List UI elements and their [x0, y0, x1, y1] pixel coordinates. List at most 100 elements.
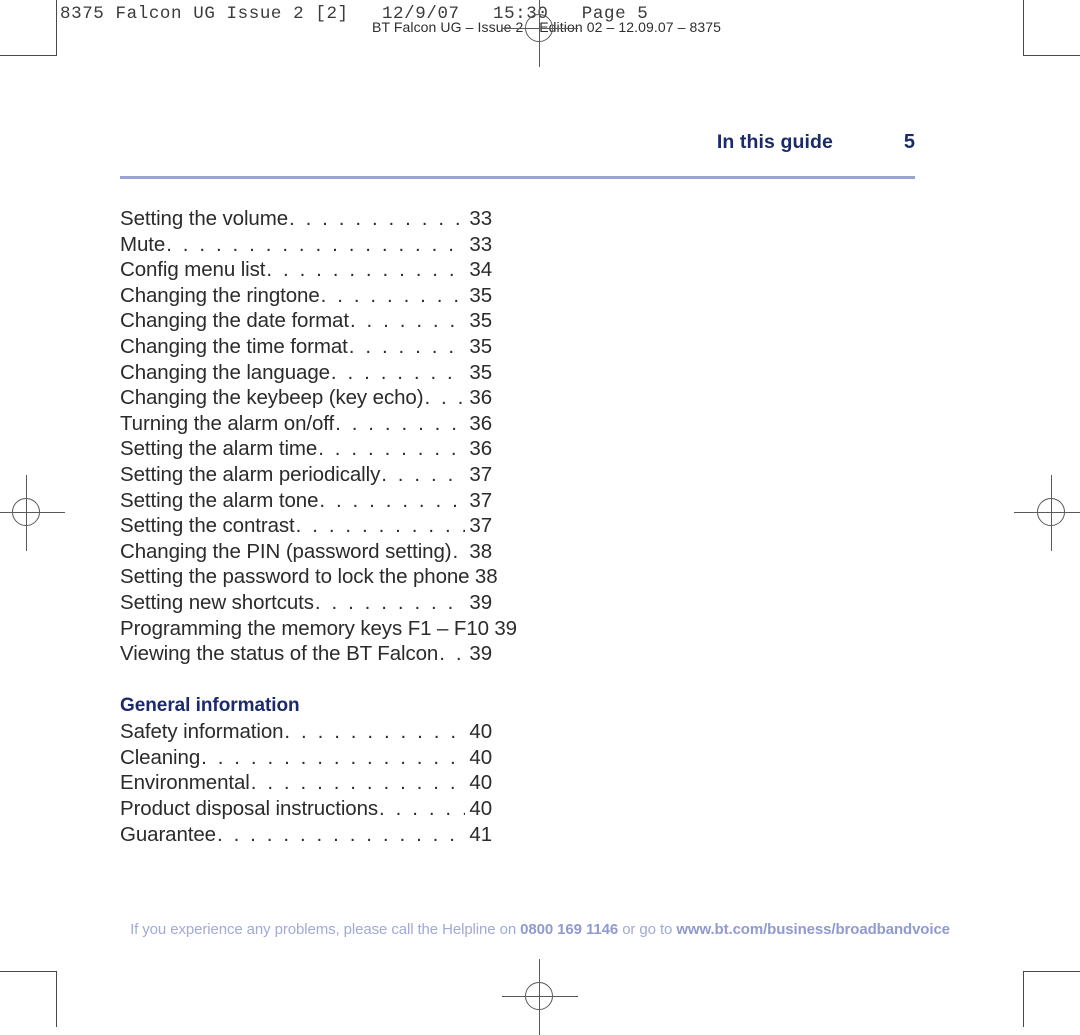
footer-lead-text: If you experience any problems, please c… — [130, 921, 521, 938]
toc-entry[interactable]: Setting the alarm tone. . . . . . . . . … — [120, 488, 492, 514]
toc-entry[interactable]: Product disposal instructions. . . . . .… — [120, 796, 492, 822]
toc-entry[interactable]: Changing the ringtone. . . . . . . . . .… — [120, 283, 492, 309]
running-head-label: In this guide — [716, 131, 833, 153]
footer-helpline-number: 0800 169 1146 — [520, 921, 619, 938]
toc-dot-leader: . . . . . . . . . . . . . . . . . . . . … — [452, 539, 465, 563]
toc-entry-title: Mute — [120, 232, 166, 256]
toc-entry[interactable]: Setting the contrast. . . . . . . . . . … — [120, 513, 492, 539]
toc-entry-page-number: 40 — [469, 797, 492, 821]
toc-entry[interactable]: Setting the volume. . . . . . . . . . . … — [120, 206, 492, 232]
toc-entry-title: Setting the contrast — [120, 514, 295, 538]
toc-entry[interactable]: Setting new shortcuts. . . . . . . . . .… — [120, 590, 492, 616]
toc-entry-title: Setting the alarm time — [120, 437, 318, 461]
table-of-contents: Setting the volume. . . . . . . . . . . … — [120, 206, 517, 848]
toc-entry-page-number: 40 — [469, 720, 492, 744]
toc-dot-leader: . . . . . . . . . . . . . . . . . . . . … — [318, 437, 465, 461]
toc-entry[interactable]: Changing the PIN (password setting). . .… — [120, 539, 492, 565]
toc-entry[interactable]: Setting the password to lock the phone. … — [120, 564, 498, 590]
toc-entry-title: Setting the alarm tone — [120, 488, 319, 512]
toc-dot-leader: . . . . . . . . . . . . . . . . . . . . … — [348, 334, 465, 358]
toc-dot-leader: . . . . . . . . . . . . . . . . . . . . … — [201, 745, 465, 769]
toc-entry-page-number: 38 — [469, 539, 492, 563]
toc-entry-page-number: 33 — [469, 232, 492, 256]
document-page: In this guide 5 Setting the volume. . . … — [0, 0, 1080, 1027]
toc-entry-page-number: 39 — [469, 590, 492, 614]
toc-entry-page-number: 35 — [469, 283, 492, 307]
toc-entry[interactable]: Programming the memory keys F1 – F10. . … — [120, 616, 517, 642]
toc-entry-title: Changing the PIN (password setting) — [120, 539, 452, 563]
toc-entry[interactable]: Changing the keybeep (key echo). . . . .… — [120, 385, 492, 411]
toc-dot-leader: . . . . . . . . . . . . . . . . . . . . … — [424, 386, 465, 410]
toc-entry-title: Guarantee — [120, 822, 216, 846]
toc-dot-leader: . . . . . . . . . . . . . . . . . . . . … — [314, 590, 465, 614]
toc-entry-page-number: 37 — [469, 514, 492, 538]
toc-dot-leader: . . . . . . . . . . . . . . . . . . . . … — [379, 797, 465, 821]
toc-entry-title: Setting the volume — [120, 207, 288, 230]
toc-entry-title: Setting new shortcuts — [120, 590, 314, 614]
toc-entry[interactable]: Mute. . . . . . . . . . . . . . . . . . … — [120, 232, 492, 258]
footer-middle-text: or go to — [618, 921, 677, 938]
toc-entry-page-number: 40 — [469, 771, 492, 795]
toc-group: Setting the volume. . . . . . . . . . . … — [120, 206, 517, 667]
toc-entry[interactable]: Environmental. . . . . . . . . . . . . .… — [120, 770, 492, 796]
toc-entry-title: Turning the alarm on/off — [120, 411, 335, 435]
toc-entry[interactable]: Changing the language. . . . . . . . . .… — [120, 360, 492, 386]
page-footer: If you experience any problems, please c… — [0, 921, 1080, 938]
toc-entry-page-number: 33 — [469, 207, 492, 230]
toc-dot-leader: . . . . . . . . . . . . . . . . . . . . … — [381, 462, 465, 486]
toc-entry-title: Cleaning — [120, 745, 201, 769]
toc-entry-title: Product disposal instructions — [120, 797, 379, 821]
toc-dot-leader: . . . . . . . . . . . . . . . . . . . . … — [320, 283, 465, 307]
toc-dot-leader: . . . . . . . . . . . . . . . . . . . . … — [266, 258, 465, 282]
toc-dot-leader: . . . . . . . . . . . . . . . . . . . . … — [166, 232, 465, 256]
toc-entry-title: Safety information — [120, 720, 284, 744]
toc-entry-page-number: 35 — [469, 334, 492, 358]
toc-dot-leader: . . . . . . . . . . . . . . . . . . . . … — [330, 360, 465, 384]
toc-dot-leader: . . . . . . . . . . . . . . . . . . . . … — [439, 642, 465, 666]
toc-entry-title: Environmental — [120, 771, 250, 795]
toc-entry[interactable]: Turning the alarm on/off. . . . . . . . … — [120, 411, 492, 437]
toc-entry[interactable]: Setting the alarm periodically. . . . . … — [120, 462, 492, 488]
toc-group: General information Safety information. .… — [120, 693, 492, 848]
toc-entry-title: Changing the keybeep (key echo) — [120, 386, 424, 410]
toc-entry[interactable]: Safety information. . . . . . . . . . . … — [120, 719, 492, 745]
toc-entry-page-number: 37 — [469, 488, 492, 512]
toc-dot-leader: . . . . . . . . . . . . . . . . . . . . … — [216, 822, 465, 846]
toc-dot-leader: . . . . . . . . . . . . . . . . . . . . … — [295, 514, 465, 538]
toc-entry[interactable]: Setting the alarm time. . . . . . . . . … — [120, 436, 492, 462]
toc-entry[interactable]: Guarantee. . . . . . . . . . . . . . . .… — [120, 822, 492, 848]
toc-dot-leader: . . . . . . . . . . . . . . . . . . . . … — [289, 207, 465, 230]
toc-entry-page-number: 41 — [469, 822, 492, 846]
toc-entry-title: Changing the language — [120, 360, 330, 384]
toc-dot-leader: . . . . . . . . . . . . . . . . . . . . … — [284, 720, 465, 744]
toc-entry-title: Changing the date format — [120, 309, 349, 333]
toc-entry-page-number: 35 — [469, 360, 492, 384]
toc-entry-page-number: 39 — [494, 616, 517, 640]
toc-entry-title: Setting the password to lock the phone — [120, 565, 470, 589]
toc-entry-page-number: 36 — [469, 411, 492, 435]
toc-entry-page-number: 36 — [469, 437, 492, 461]
toc-entry-title: Changing the time format — [120, 334, 348, 358]
toc-entry-page-number: 36 — [469, 386, 492, 410]
toc-entry-title: Programming the memory keys F1 – F10 — [120, 616, 489, 640]
toc-entry[interactable]: Changing the time format. . . . . . . . … — [120, 334, 492, 360]
toc-entry[interactable]: Config menu list. . . . . . . . . . . . … — [120, 257, 492, 283]
toc-entry[interactable]: Cleaning. . . . . . . . . . . . . . . . … — [120, 745, 492, 771]
toc-group-title: General information — [120, 694, 300, 716]
toc-dot-leader: . . . . . . . . . . . . . . . . . . . . … — [349, 309, 465, 333]
toc-entry-page-number: 39 — [469, 642, 492, 666]
running-head: In this guide 5 — [120, 131, 915, 154]
toc-entry[interactable]: Changing the date format. . . . . . . . … — [120, 308, 492, 334]
toc-dot-leader: . . . . . . . . . . . . . . . . . . . . … — [250, 771, 465, 795]
toc-entry-title: Changing the ringtone — [120, 283, 320, 307]
toc-entry-title: Viewing the status of the BT Falcon — [120, 642, 439, 666]
toc-entry-page-number: 37 — [469, 462, 492, 486]
footer-website-url: www.bt.com/business/broadbandvoice — [676, 921, 950, 938]
toc-entry-page-number: 40 — [469, 745, 492, 769]
page-number: 5 — [903, 131, 915, 153]
toc-entry[interactable]: Viewing the status of the BT Falcon. . .… — [120, 641, 492, 667]
toc-entry-title: Config menu list — [120, 258, 266, 282]
toc-dot-leader: . . . . . . . . . . . . . . . . . . . . … — [319, 488, 465, 512]
header-rule-divider — [120, 176, 915, 179]
toc-entry-title: Setting the alarm periodically — [120, 462, 381, 486]
